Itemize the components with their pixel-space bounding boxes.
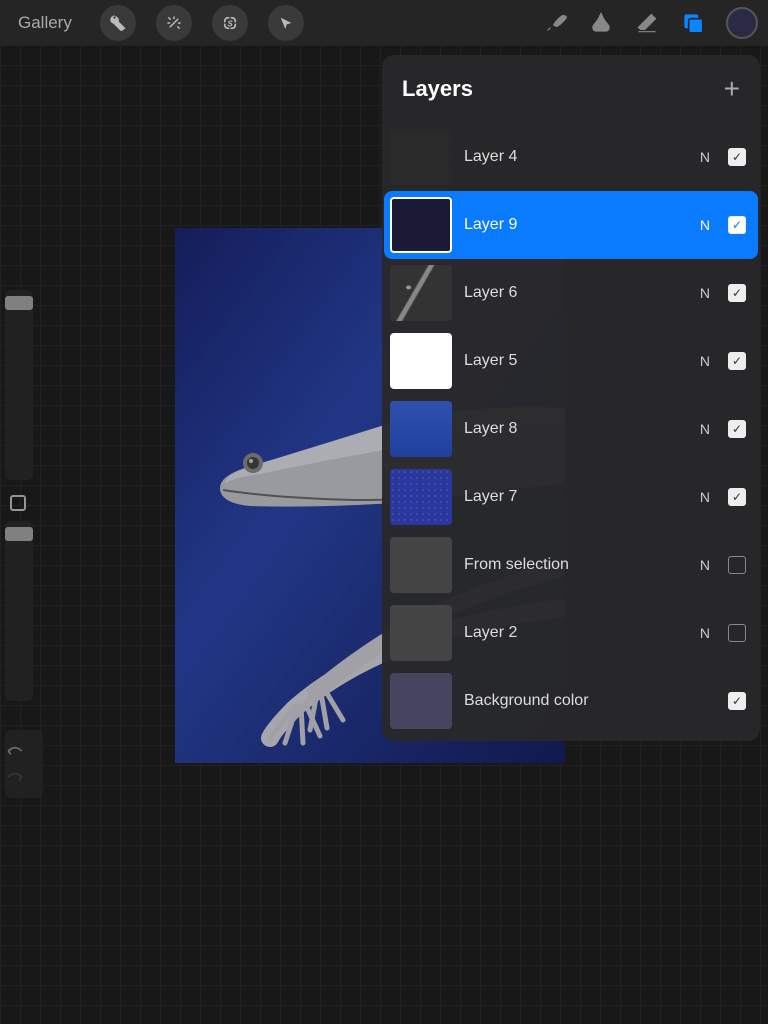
layer-thumbnail[interactable]: [390, 673, 452, 729]
visibility-checkbox[interactable]: [728, 556, 746, 574]
layer-row[interactable]: From selection N: [384, 531, 758, 599]
top-toolbar: Gallery S: [0, 0, 768, 45]
opacity-slider[interactable]: [5, 521, 33, 701]
visibility-checkbox[interactable]: ✓: [728, 148, 746, 166]
eraser-icon: [634, 10, 660, 36]
brush-size-slider[interactable]: [5, 290, 33, 480]
blend-mode-label[interactable]: N: [700, 421, 710, 437]
layer-name: From selection: [464, 556, 688, 574]
visibility-checkbox[interactable]: [728, 624, 746, 642]
layers-button[interactable]: [680, 10, 706, 36]
layers-icon: [680, 10, 706, 36]
layer-name: Background color: [464, 692, 716, 710]
panel-title: Layers: [402, 76, 473, 102]
layer-thumbnail[interactable]: [390, 401, 452, 457]
blend-mode-label[interactable]: N: [700, 217, 710, 233]
layer-thumbnail[interactable]: [390, 129, 452, 185]
color-button[interactable]: [726, 7, 758, 39]
smudge-icon: [588, 10, 614, 36]
blend-mode-label[interactable]: N: [700, 557, 710, 573]
slider-thumb[interactable]: [5, 527, 33, 541]
redo-button[interactable]: [5, 764, 43, 790]
toolbar-left: Gallery S: [10, 5, 304, 41]
add-layer-button[interactable]: +: [724, 73, 740, 105]
blend-mode-label[interactable]: N: [700, 149, 710, 165]
layer-name: Layer 4: [464, 148, 688, 166]
layer-name: Layer 5: [464, 352, 688, 370]
undo-redo-group: [5, 730, 43, 798]
layer-name: Layer 2: [464, 624, 688, 642]
visibility-checkbox[interactable]: ✓: [728, 352, 746, 370]
undo-icon: [5, 744, 25, 758]
wand-icon: [165, 14, 183, 32]
eraser-button[interactable]: [634, 10, 660, 36]
layer-name: Layer 8: [464, 420, 688, 438]
toolbar-right: [542, 7, 758, 39]
visibility-checkbox[interactable]: ✓: [728, 216, 746, 234]
layer-thumbnail[interactable]: [390, 197, 452, 253]
layer-row[interactable]: Layer 5 N ✓: [384, 327, 758, 395]
adjustments-button[interactable]: [156, 5, 192, 41]
layers-list: Layer 4N✓Layer 9N✓Layer 6N✓Layer 5N✓Laye…: [382, 123, 760, 735]
wrench-icon: [109, 14, 127, 32]
brush-button[interactable]: [542, 10, 568, 36]
layer-thumbnail[interactable]: [390, 537, 452, 593]
transform-button[interactable]: [268, 5, 304, 41]
layer-row[interactable]: Layer 7 N ✓: [384, 463, 758, 531]
modify-tool[interactable]: [10, 495, 26, 511]
blend-mode-label[interactable]: N: [700, 489, 710, 505]
visibility-checkbox[interactable]: ✓: [728, 692, 746, 710]
brush-icon: [543, 11, 567, 35]
visibility-checkbox[interactable]: ✓: [728, 284, 746, 302]
layer-name: Layer 6: [464, 284, 688, 302]
cursor-icon: [278, 15, 294, 31]
selection-button[interactable]: S: [212, 5, 248, 41]
left-sidebar: [0, 290, 38, 716]
layer-row[interactable]: Layer 8 N ✓: [384, 395, 758, 463]
redo-icon: [5, 770, 25, 784]
smudge-button[interactable]: [588, 10, 614, 36]
layer-name: Layer 9: [464, 216, 688, 234]
layer-thumbnail[interactable]: [390, 605, 452, 661]
undo-button[interactable]: [5, 738, 43, 764]
layer-thumbnail[interactable]: [390, 265, 452, 321]
layers-header: Layers +: [382, 55, 760, 123]
slider-thumb[interactable]: [5, 296, 33, 310]
layer-row[interactable]: Layer 2 N: [384, 599, 758, 667]
layer-row[interactable]: Layer 9 N ✓: [384, 191, 758, 259]
actions-button[interactable]: [100, 5, 136, 41]
layer-row[interactable]: Layer 4 N ✓: [384, 123, 758, 191]
svg-text:S: S: [227, 19, 233, 28]
blend-mode-label[interactable]: N: [700, 285, 710, 301]
blend-mode-label[interactable]: N: [700, 353, 710, 369]
layers-panel: Layers + Layer 4N✓Layer 9N✓Layer 6N✓Laye…: [382, 55, 760, 741]
selection-icon: S: [222, 15, 238, 31]
layer-row[interactable]: Background color ✓: [384, 667, 758, 735]
layer-thumbnail[interactable]: [390, 333, 452, 389]
visibility-checkbox[interactable]: ✓: [728, 488, 746, 506]
visibility-checkbox[interactable]: ✓: [728, 420, 746, 438]
layer-thumbnail[interactable]: [390, 469, 452, 525]
gallery-button[interactable]: Gallery: [10, 8, 80, 38]
layer-row[interactable]: Layer 6 N ✓: [384, 259, 758, 327]
layer-name: Layer 7: [464, 488, 688, 506]
blend-mode-label[interactable]: N: [700, 625, 710, 641]
